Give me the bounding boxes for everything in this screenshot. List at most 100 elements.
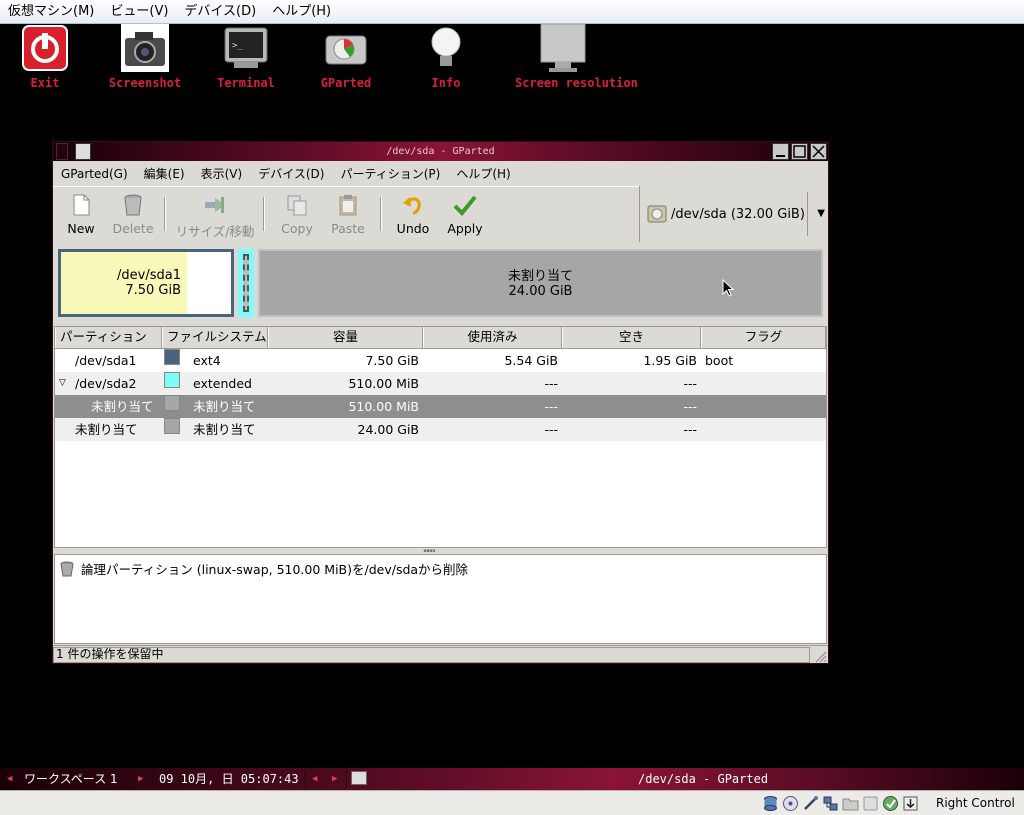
device-label: /dev/sda (32.00 GiB) [671,206,805,222]
header-filesystem[interactable]: ファイルシステム [162,327,268,348]
desktop-screen-resolution[interactable]: Screen resolution [515,23,638,90]
app-icon [75,143,91,160]
desktop-info[interactable]: Info [398,24,494,90]
device-selector[interactable]: /dev/sda (32.00 GiB) ▼ [639,186,828,242]
desktop-exit[interactable]: Exit [0,24,93,90]
usb-icon[interactable] [802,795,819,812]
harddisk-icon [647,204,667,224]
shared-folder-icon[interactable] [842,795,859,812]
cell-partition: 未割り当て [75,422,138,437]
close-button[interactable] [810,143,827,160]
toolbar-separator [380,197,382,231]
task-next-icon[interactable]: ▶ [332,768,337,790]
cell-size: 510.00 MiB [348,376,419,391]
optical-drive-icon[interactable] [782,795,799,812]
display-icon[interactable] [862,795,879,812]
new-button[interactable]: New [55,191,107,236]
window-menu-button[interactable] [56,143,68,160]
desktop-gparted[interactable]: GParted [298,24,394,90]
header-free[interactable]: 空き [562,327,701,348]
window-titlebar[interactable]: /dev/sda - GParted [53,142,828,161]
desktop-terminal[interactable]: >_ Terminal [198,24,294,90]
expander-down-icon[interactable]: ▽ [59,372,66,395]
paste-label: Paste [331,221,365,236]
pending-operations-list: 論理パーティション (linux-swap, 510.00 MiB)を/dev/… [54,554,827,644]
menu-device[interactable]: デバイス(D) [250,164,332,184]
undo-arrow-icon [401,193,425,217]
virtualization-icon[interactable] [882,795,899,812]
workspace-prev-icon[interactable]: ◀ [7,768,12,790]
svg-text:>_: >_ [232,41,243,51]
vbox-menubar: 仮想マシン(M) ビュー(V) デバイス(D) ヘルプ(H) [0,0,1024,24]
menu-view[interactable]: 表示(V) [193,164,251,184]
desktop-screenshot-label: Screenshot [108,76,182,90]
task-app-icon [351,771,367,785]
table-row[interactable]: /dev/sda1 ext4 7.50 GiB 5.54 GiB 1.95 Gi… [55,349,826,372]
vbox-menu-machine[interactable]: 仮想マシン(M) [0,1,102,23]
mouse-integration-icon[interactable] [902,795,919,812]
clipboard-icon [336,193,360,217]
workspace-next-icon[interactable]: ▶ [138,768,143,790]
power-icon [21,24,69,72]
network-icon[interactable] [822,795,839,812]
device-selector-divider [807,192,808,236]
delete-button[interactable]: Delete [107,191,159,236]
vbox-menu-view[interactable]: ビュー(V) [102,1,176,23]
workspace-label[interactable]: ワークスペース 1 [24,768,118,790]
maximize-button[interactable] [791,143,808,160]
header-flags[interactable]: フラグ [701,327,826,348]
partition-map: /dev/sda1 7.50 GiB 未割り当て 24.00 GiB [53,245,828,323]
header-partition[interactable]: パーティション [55,327,162,348]
fs-color-swatch [164,349,180,365]
host-key-label: Right Control [936,796,1015,810]
cell-used: 5.54 GiB [504,353,558,368]
vbox-menu-devices[interactable]: デバイス(D) [176,1,264,23]
table-row[interactable]: ▽ /dev/sda2 extended 510.00 MiB --- --- [55,372,826,395]
taskbar-divider [346,770,347,788]
copy-button[interactable]: Copy [271,191,323,236]
header-size[interactable]: 容量 [268,327,423,348]
resize-grip-icon[interactable] [813,649,827,663]
minimize-button[interactable] [772,143,789,160]
resize-move-button[interactable]: リサイズ/移動 [175,191,255,240]
map-segment-sda1[interactable]: /dev/sda1 7.50 GiB [58,249,234,317]
apply-button[interactable]: Apply [439,191,491,236]
pending-operation-item[interactable]: 論理パーティション (linux-swap, 510.00 MiB)を/dev/… [59,559,468,578]
cell-free: --- [683,399,697,414]
paste-button[interactable]: Paste [322,191,374,236]
header-used[interactable]: 使用済み [423,327,562,348]
cell-used: --- [544,399,558,414]
trash-icon [59,561,75,577]
table-row-selected[interactable]: 未割り当て 未割り当て 510.00 MiB --- --- [55,395,826,418]
toolbar-separator [164,197,166,231]
menu-edit[interactable]: 編集(E) [136,164,193,184]
map-segment-extended[interactable] [238,249,254,317]
monitor-icon [539,23,587,72]
statusbar: 1 件の操作を保留中 [53,645,828,664]
table-row[interactable]: 未割り当て 未割り当て 24.00 GiB --- --- [55,418,826,441]
vbox-menu-help[interactable]: ヘルプ(H) [264,1,339,23]
lightbulb-icon [422,24,470,72]
undo-button[interactable]: Undo [387,191,439,236]
cell-partition: /dev/sda2 [75,376,137,391]
menu-gparted[interactable]: GParted(G) [53,164,136,184]
menu-help[interactable]: ヘルプ(H) [448,164,518,184]
task-prev-icon[interactable]: ◀ [312,768,317,790]
statusbar-frame [53,647,810,663]
map-segment-extended-unallocated[interactable] [243,254,249,312]
dropdown-arrow-icon: ▼ [817,208,825,219]
window-title: /dev/sda - GParted [386,146,495,157]
task-gparted[interactable]: /dev/sda - GParted [638,768,768,790]
desktop-screenshot[interactable]: Screenshot [97,24,193,90]
new-file-icon [69,193,93,217]
harddisk-status-icon[interactable] [762,795,779,812]
cell-used: --- [544,422,558,437]
desktop-exit-label: Exit [30,76,60,90]
cell-free: --- [683,422,697,437]
resize-arrow-icon [203,193,227,217]
mouse-cursor-icon [722,278,735,297]
desktop-screen-resolution-label: Screen resolution [515,76,638,90]
map-segment-unallocated[interactable]: 未割り当て 24.00 GiB [258,249,823,317]
disk-icon [322,24,370,72]
menu-partition[interactable]: パーティション(P) [332,164,448,184]
